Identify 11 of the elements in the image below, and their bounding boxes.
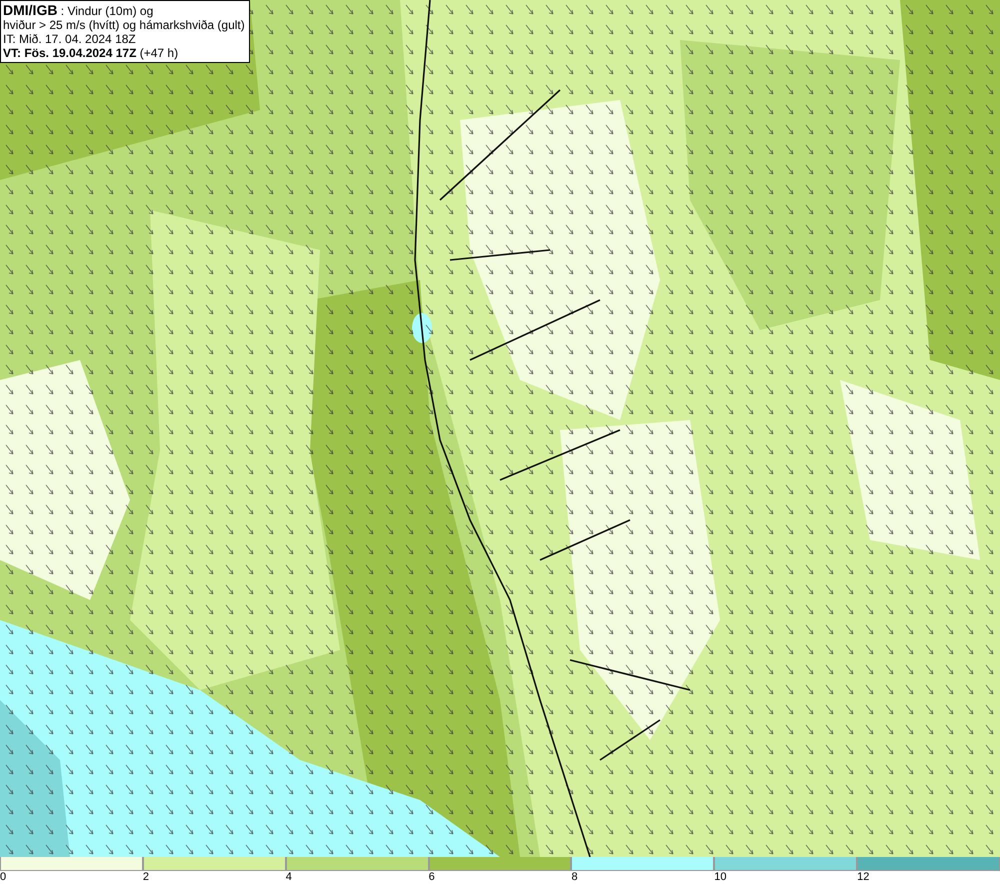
- header-text: DMI/IGB : Vindur (10m) og: [3, 3, 154, 18]
- legend-label: 10: [714, 871, 727, 884]
- legend-label: 6: [428, 871, 435, 884]
- header-text: IT: Mið. 17. 04. 2024 18Z: [3, 32, 137, 46]
- header-text: hviður > 25 m/s (hvítt) og hámarkshviða (gult): [3, 18, 245, 32]
- header-text: VT: Fös. 19.04.2024 17Z (+47 h): [3, 46, 180, 60]
- legend-label: 4: [286, 871, 292, 884]
- legend-label: 12: [857, 871, 870, 884]
- legend-label: 8: [571, 871, 578, 884]
- legend-label: 0: [0, 871, 6, 884]
- legend-label: 2: [142, 871, 149, 884]
